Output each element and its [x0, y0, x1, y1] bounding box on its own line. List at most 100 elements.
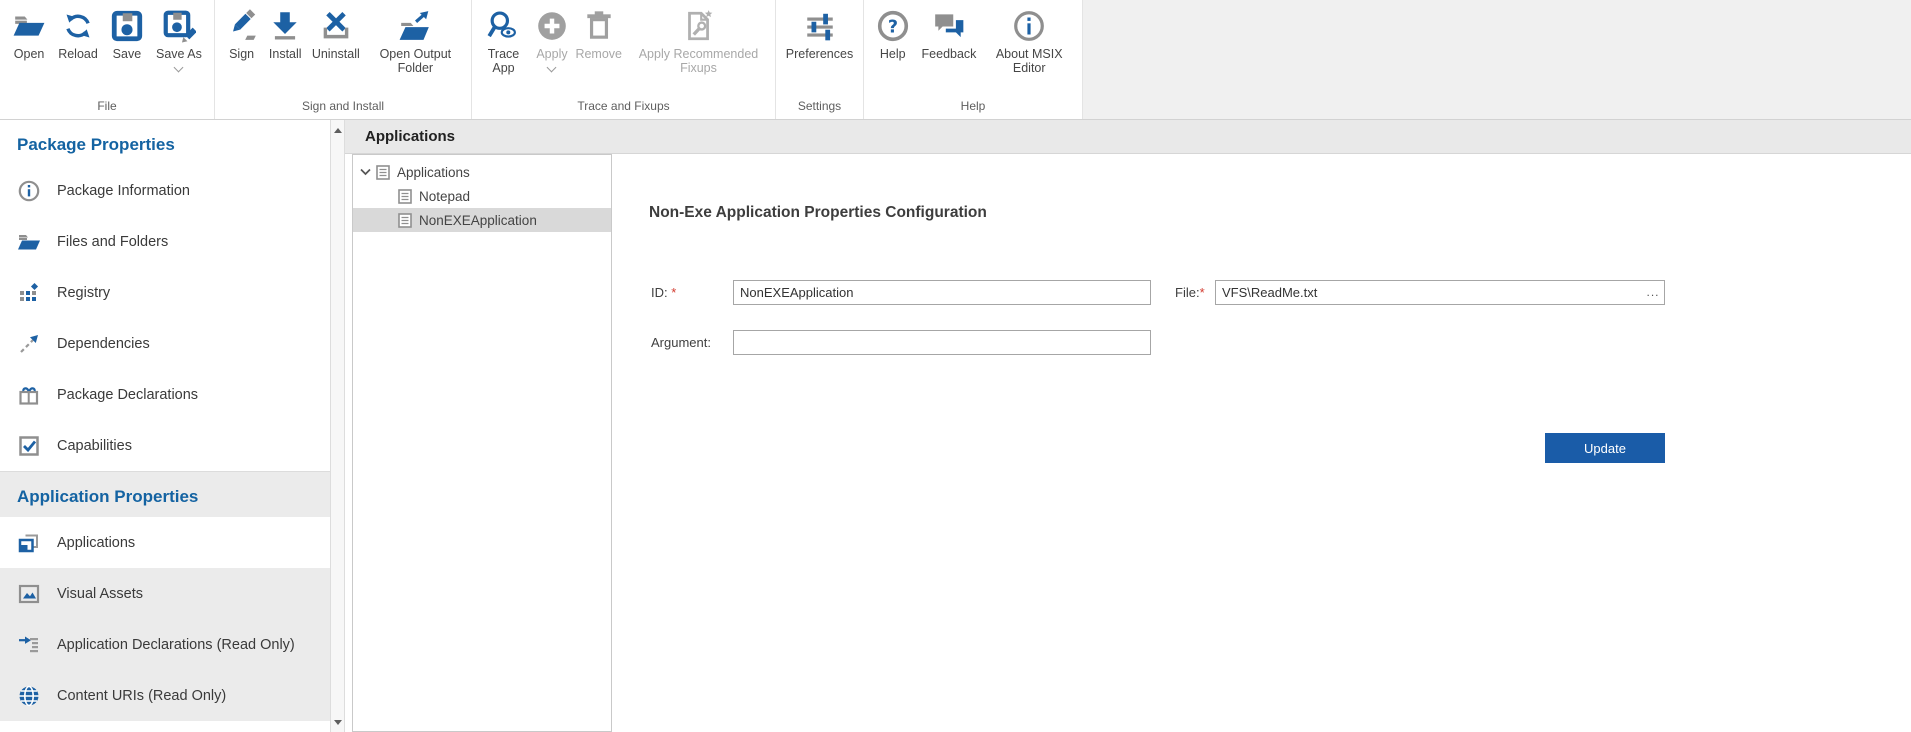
- open-output-folder-icon: [398, 9, 432, 43]
- image-icon: [17, 582, 41, 606]
- browse-button[interactable]: ...: [1642, 281, 1664, 304]
- apply-recommended-fixups-button-label: Apply Recommended Fixups: [628, 47, 768, 75]
- save-button[interactable]: Save: [110, 0, 144, 61]
- reload-button-label: Reload: [58, 47, 98, 61]
- scrollbar-down-arrow[interactable]: [331, 714, 344, 730]
- sidebar-item-visual-assets[interactable]: Visual Assets: [0, 568, 330, 619]
- sidebar-item-label: Applications: [57, 535, 135, 551]
- info-circle-icon: [17, 179, 41, 203]
- feedback-button[interactable]: Feedback: [922, 0, 977, 61]
- sidebar-item-applications[interactable]: Applications: [0, 517, 330, 568]
- tree-row-notepad[interactable]: Notepad: [353, 184, 611, 208]
- uninstall-button[interactable]: Uninstall: [312, 0, 360, 61]
- ribbon-group-settings: Preferences Settings: [776, 0, 864, 119]
- dependencies-arrow-icon: [17, 332, 41, 356]
- sidebar-item-capabilities[interactable]: Capabilities: [0, 420, 330, 471]
- scrollbar-up-arrow[interactable]: [331, 122, 344, 138]
- msix-editor-window: Open Reload Save: [0, 0, 1911, 732]
- sign-pencil-icon: [225, 9, 259, 43]
- sidebar-item-label: Package Declarations: [57, 387, 198, 403]
- preferences-sliders-icon: [803, 9, 837, 43]
- sidebar-item-package-information[interactable]: Package Information: [0, 165, 330, 216]
- remove-button-label: Remove: [575, 47, 622, 61]
- globe-icon: [17, 684, 41, 708]
- open-output-folder-button-label: Open Output Folder: [369, 47, 461, 75]
- sidebar-item-label: Package Information: [57, 183, 190, 199]
- gift-box-icon: [17, 383, 41, 407]
- tree-row-nonexeapplication[interactable]: NonEXEApplication: [353, 208, 611, 232]
- sidebar-item-dependencies[interactable]: Dependencies: [0, 318, 330, 369]
- apply-button: Apply: [535, 0, 569, 71]
- save-as-button[interactable]: Save As: [156, 0, 202, 71]
- install-button-label: Install: [269, 47, 302, 61]
- help-button-label: Help: [880, 47, 906, 61]
- open-output-folder-button[interactable]: Open Output Folder: [369, 0, 461, 75]
- document-icon: [376, 165, 390, 180]
- sidebar-item-registry[interactable]: Registry: [0, 267, 330, 318]
- ribbon-group-file: Open Reload Save: [0, 0, 215, 119]
- open-button-label: Open: [14, 47, 45, 61]
- preferences-button[interactable]: Preferences: [786, 0, 853, 61]
- ribbon-group-help: ? Help Feedback About MSI: [864, 0, 1083, 119]
- uninstall-button-label: Uninstall: [312, 47, 360, 61]
- required-asterisk: *: [671, 285, 676, 300]
- declarations-list-icon: [17, 633, 41, 657]
- save-icon: [110, 9, 144, 43]
- application-properties-form: Non-Exe Application Properties Configura…: [613, 154, 1911, 732]
- sidebar-item-label: Dependencies: [57, 336, 150, 352]
- trace-app-button-label: Trace App: [478, 47, 528, 75]
- ribbon-group-label-file: File: [0, 99, 214, 113]
- reload-icon: [61, 9, 95, 43]
- sign-button[interactable]: Sign: [225, 0, 259, 61]
- application-properties-heading: Application Properties: [0, 472, 330, 517]
- tree-row-applications-root[interactable]: Applications: [353, 160, 611, 184]
- sidebar-item-files-and-folders[interactable]: Files and Folders: [0, 216, 330, 267]
- document-icon: [398, 189, 412, 204]
- ribbon-group-label-help: Help: [864, 99, 1082, 113]
- update-button[interactable]: Update: [1545, 433, 1665, 463]
- open-button[interactable]: Open: [12, 0, 46, 61]
- ribbon-group-sign-and-install: Sign Install Uninstall: [215, 0, 472, 119]
- apply-plus-icon: [535, 9, 569, 43]
- trace-app-button[interactable]: Trace App: [478, 0, 528, 75]
- chevron-down-icon[interactable]: [359, 166, 372, 178]
- file-input-group: ...: [1215, 280, 1665, 305]
- about-msix-editor-button[interactable]: About MSIX Editor: [988, 0, 1070, 75]
- sidebar-item-label: Capabilities: [57, 438, 132, 454]
- help-icon: ?: [876, 9, 910, 43]
- chevron-down-icon: [174, 63, 184, 73]
- tree-node-label: Applications: [397, 165, 470, 180]
- ribbon-groups: Open Reload Save: [0, 0, 1083, 119]
- required-asterisk: *: [1200, 285, 1205, 300]
- form-title: Non-Exe Application Properties Configura…: [649, 204, 987, 222]
- folder-icon: [17, 230, 41, 254]
- remove-button: Remove: [575, 0, 622, 61]
- chevron-down-icon: [547, 63, 557, 73]
- apply-button-label: Apply: [536, 47, 567, 61]
- ribbon-toolbar: Open Reload Save: [0, 0, 1911, 120]
- ribbon-group-label-settings: Settings: [776, 99, 863, 113]
- install-button[interactable]: Install: [268, 0, 302, 61]
- save-as-button-label: Save As: [156, 47, 202, 61]
- feedback-icon: [932, 9, 966, 43]
- application-properties-section: Application Properties Applications Visu…: [0, 471, 330, 721]
- preferences-button-label: Preferences: [786, 47, 853, 61]
- file-input[interactable]: [1216, 281, 1642, 304]
- reload-button[interactable]: Reload: [58, 0, 98, 61]
- uninstall-x-icon: [319, 9, 353, 43]
- sidebar-item-application-declarations[interactable]: Application Declarations (Read Only): [0, 619, 330, 670]
- package-properties-section: Package Properties Package Information F…: [0, 120, 330, 471]
- id-input[interactable]: [733, 280, 1151, 305]
- help-button[interactable]: ? Help: [876, 0, 910, 61]
- argument-input[interactable]: [733, 330, 1151, 355]
- svg-text:?: ?: [888, 17, 898, 37]
- sidebar-item-content-uris[interactable]: Content URIs (Read Only): [0, 670, 330, 721]
- registry-icon: [17, 281, 41, 305]
- app-windows-icon: [17, 531, 41, 555]
- checkbox-icon: [17, 434, 41, 458]
- sidebar-scrollbar[interactable]: [330, 120, 345, 732]
- about-msix-editor-button-label: About MSIX Editor: [988, 47, 1070, 75]
- sidebar-item-package-declarations[interactable]: Package Declarations: [0, 369, 330, 420]
- page-title: Applications: [365, 120, 1911, 153]
- applications-tree-panel: Applications Notepad NonEXEApplication: [352, 154, 612, 732]
